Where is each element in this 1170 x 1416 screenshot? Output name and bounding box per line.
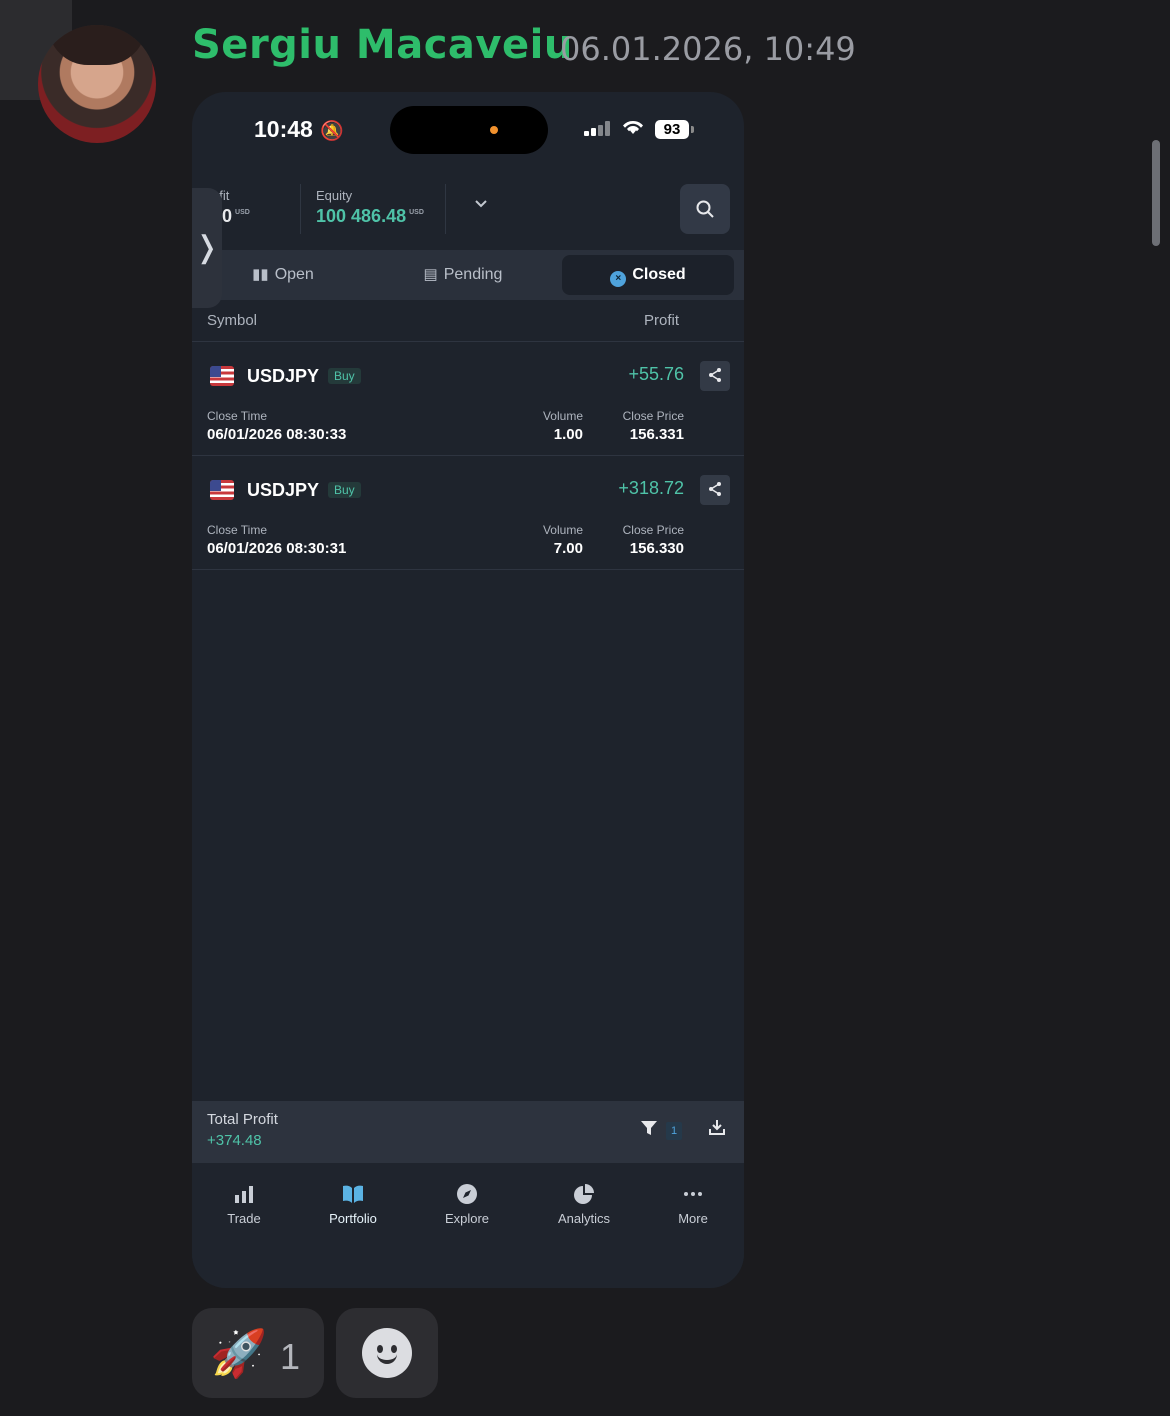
- close-price-value: 156.331: [629, 426, 684, 443]
- nav-analytics[interactable]: Analytics: [534, 1183, 634, 1226]
- trade-symbol: USDJPY: [247, 366, 320, 386]
- close-price-label: Close Price: [622, 409, 684, 423]
- share-icon: [709, 368, 721, 382]
- share-button[interactable]: [700, 475, 730, 505]
- close-time-label: Close Time: [207, 409, 268, 423]
- equity-value: 100 486.48 USD: [316, 206, 424, 226]
- us-flag-icon: [210, 480, 234, 500]
- book-icon: [303, 1183, 403, 1209]
- download-icon[interactable]: [708, 1118, 726, 1141]
- trade-side-badge: Buy: [328, 482, 361, 498]
- more-dots-icon: [643, 1183, 743, 1209]
- signal-icon: [584, 120, 614, 136]
- filter-icon[interactable]: [640, 1119, 658, 1142]
- search-icon: [696, 200, 714, 218]
- volume-value: 7.00: [553, 540, 583, 557]
- trade-profit: +318.72: [618, 478, 684, 498]
- add-reaction-button[interactable]: [336, 1308, 438, 1398]
- volume-label: Volume: [542, 409, 583, 423]
- account-summary: ofit 00USD Equity 100 486.48USD: [192, 178, 744, 250]
- share-button[interactable]: [700, 361, 730, 391]
- column-symbol: Symbol: [207, 312, 258, 329]
- bar-chart-icon: [194, 1183, 294, 1209]
- nav-trade[interactable]: Trade: [194, 1183, 294, 1226]
- rocket-icon: 🚀: [210, 1327, 268, 1379]
- close-circle-icon: ×: [610, 271, 627, 287]
- close-price-label: Close Price: [622, 523, 684, 537]
- avatar-hair: [48, 25, 146, 65]
- wifi-icon: [622, 118, 644, 142]
- close-price-value: 156.330: [629, 540, 684, 557]
- equity-currency: USD: [409, 209, 424, 216]
- column-profit: Profit: [643, 312, 679, 329]
- close-time-value: 06/01/2026 08:30:33: [207, 426, 347, 443]
- chevron-down-icon[interactable]: [474, 196, 488, 214]
- divider: [445, 184, 446, 234]
- close-time-value: 06/01/2026 08:30:31: [207, 540, 347, 557]
- battery-icon: 93: [655, 120, 694, 139]
- nav-more[interactable]: More: [643, 1183, 743, 1226]
- equity-label: Equity: [316, 188, 353, 203]
- nav-portfolio[interactable]: Portfolio: [303, 1183, 403, 1226]
- screenshot-image[interactable]: 10:48 🔕 93 ❭ ofit 00USD Equity 100 486.4…: [192, 92, 744, 1288]
- pie-chart-icon: [534, 1183, 634, 1209]
- status-time: 10:48: [254, 116, 313, 142]
- profit-currency: USD: [235, 209, 250, 216]
- total-profit-bar: Total Profit +374.48 1: [192, 1101, 744, 1163]
- search-button[interactable]: [680, 184, 730, 234]
- avatar[interactable]: [38, 25, 156, 143]
- recording-dot: [490, 126, 498, 134]
- reaction-chip[interactable]: 🚀 1: [192, 1308, 324, 1398]
- drawer-toggle-button[interactable]: ❭: [192, 188, 222, 308]
- dynamic-island: [390, 106, 548, 154]
- table-header: Symbol Profit: [192, 300, 744, 342]
- trade-profit: +55.76: [628, 364, 684, 384]
- bottom-navigation: Trade Portfolio Explore Analytics More: [192, 1163, 744, 1288]
- trade-row[interactable]: USDJPY Buy +55.76 Close Time 06/01/2026 …: [192, 342, 744, 456]
- bell-muted-icon: 🔕: [320, 121, 344, 142]
- compass-icon: [417, 1183, 517, 1209]
- us-flag-icon: [210, 366, 234, 386]
- trade-row[interactable]: USDJPY Buy +318.72 Close Time 06/01/2026…: [192, 456, 744, 570]
- tab-pending[interactable]: ▤ Pending: [372, 255, 554, 295]
- trade-symbol: USDJPY: [247, 480, 320, 500]
- share-icon: [709, 482, 721, 496]
- order-tabs: ▮▮ Open ▤ Pending × Closed: [192, 250, 744, 300]
- tab-closed[interactable]: × Closed: [562, 255, 734, 295]
- filter-count-badge: 1: [666, 1122, 682, 1140]
- divider: [300, 184, 301, 234]
- scrollbar-thumb[interactable]: [1152, 140, 1160, 246]
- volume-value: 1.00: [553, 426, 583, 443]
- author-name[interactable]: Sergiu Macaveiu: [192, 22, 573, 68]
- reaction-count: 1: [280, 1336, 301, 1377]
- total-profit-label: Total Profit: [207, 1111, 278, 1128]
- status-bar: 10:48 🔕 93: [192, 92, 744, 178]
- volume-label: Volume: [542, 523, 583, 537]
- message-timestamp: 06.01.2026, 10:49: [560, 30, 856, 68]
- close-time-label: Close Time: [207, 523, 268, 537]
- trade-side-badge: Buy: [328, 368, 361, 384]
- book-icon: ▮▮: [252, 266, 269, 283]
- smiley-icon: [362, 1328, 412, 1378]
- document-icon: ▤: [423, 266, 438, 283]
- total-profit-value: +374.48: [207, 1132, 262, 1149]
- nav-explore[interactable]: Explore: [417, 1183, 517, 1226]
